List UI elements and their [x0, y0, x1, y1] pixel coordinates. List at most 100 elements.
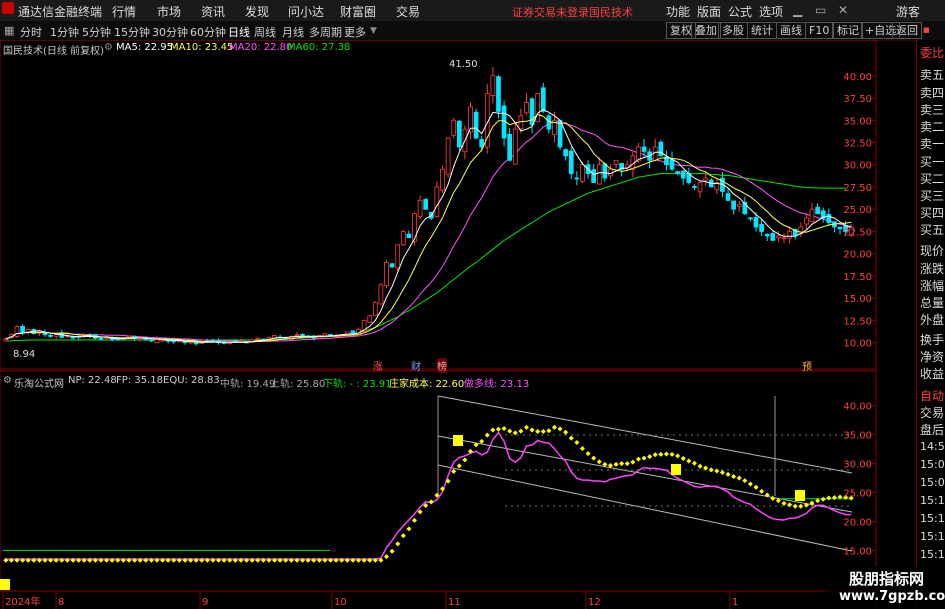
candle-body	[809, 208, 815, 223]
minimize-window-icon[interactable]: ▁	[793, 3, 802, 17]
cost-diamond	[719, 469, 725, 475]
period-30min[interactable]: 30分钟	[152, 24, 188, 40]
menu-market[interactable]: 市场	[157, 3, 181, 20]
signal-square	[671, 464, 681, 475]
candle-body	[669, 159, 675, 170]
event-mark-limit-up[interactable]: 涨	[373, 358, 383, 373]
candle-body	[70, 336, 76, 339]
menu-wealth-circle[interactable]: 财富圈	[340, 3, 376, 20]
dealer-cost-value: 庄家成本: 22.60	[389, 379, 465, 390]
menu-formula[interactable]: 公式	[728, 3, 752, 20]
np-value: NP: 22.48	[68, 375, 117, 386]
event-mark-finance[interactable]: 财	[411, 358, 421, 373]
cost-diamond	[400, 533, 406, 539]
cost-diamond	[792, 503, 798, 509]
cost-diamond	[507, 428, 513, 434]
candle-body	[580, 164, 585, 182]
period-1min[interactable]: 1分钟	[50, 24, 79, 40]
long-line-polyline	[5, 431, 852, 560]
candle-body	[98, 338, 104, 340]
panel-bid3: 买三	[920, 189, 945, 203]
period-weekly[interactable]: 周线	[254, 24, 276, 40]
candle-body	[434, 186, 440, 217]
multi-stock-button[interactable]: 多股	[718, 22, 748, 39]
panel-auto[interactable]: 自动	[920, 387, 944, 404]
period-intraday[interactable]: 分时	[20, 24, 42, 40]
candle-body	[20, 326, 25, 333]
cost-diamond	[529, 427, 535, 433]
cost-diamond	[523, 424, 529, 430]
cost-diamond	[652, 452, 658, 458]
menu-trade[interactable]: 交易	[396, 3, 420, 20]
mark-button[interactable]: 标记	[833, 22, 863, 39]
cost-diamond	[428, 499, 434, 505]
grid-menu-icon[interactable]: ▦	[4, 24, 14, 37]
cost-diamond	[686, 458, 692, 464]
cost-diamond	[501, 425, 507, 431]
indicator-y-tick-label: 15.00	[843, 546, 872, 557]
cost-diamond	[635, 456, 641, 462]
close-window-icon[interactable]: ✕	[838, 3, 848, 17]
cost-diamond	[826, 495, 832, 501]
indicator-y-tick-label: 25.00	[843, 488, 872, 499]
chart-stock-name: 国民技术(日线 前复权)	[3, 46, 104, 57]
period-5min[interactable]: 5分钟	[82, 24, 111, 40]
ma10-line	[5, 113, 852, 343]
menu-options[interactable]: 选项	[759, 3, 783, 20]
panel-time-3: 15:01	[920, 476, 945, 489]
login-status[interactable]: 证券交易未登录	[512, 4, 589, 20]
period-multi[interactable]: 多周期	[309, 24, 342, 40]
menu-layout[interactable]: 版面	[697, 3, 721, 20]
cost-diamond	[568, 435, 574, 441]
candle-body	[389, 263, 395, 268]
overlay-button[interactable]: 叠加	[691, 22, 721, 39]
candle-body	[641, 146, 647, 152]
menu-discover[interactable]: 发现	[245, 3, 269, 20]
stock-tag: 国民技术	[589, 6, 633, 19]
event-mark-forecast[interactable]: 预	[802, 358, 812, 373]
panel-bid2: 买二	[920, 172, 945, 186]
indicator-gear-icon[interactable]: ⚙	[3, 375, 12, 386]
stats-button[interactable]: 统计	[747, 22, 777, 39]
back-button[interactable]: 返回	[892, 22, 922, 39]
chart-area[interactable]: 10.00 12.50 15.00 17.50 20.00 22.50 25.00 27.50…	[0, 40, 916, 609]
cost-diamond	[395, 541, 401, 547]
indicator-header: ⚙ 乐淘公式网 NP: 22.48 FP: 35.18 EQU: 28.83 中…	[0, 375, 916, 390]
period-60min[interactable]: 60分钟	[190, 24, 226, 40]
cost-diamond	[641, 455, 647, 461]
upper-band-value: 上轨: 25.80	[270, 379, 326, 390]
maximize-window-icon[interactable]: ▭	[815, 3, 826, 17]
candle-body	[255, 337, 261, 340]
panel-ask1: 卖一	[920, 137, 945, 151]
more-chevron-icon[interactable]: ▼	[370, 26, 377, 36]
period-15min[interactable]: 15分钟	[114, 24, 150, 40]
main-y-tick-label: 37.50	[843, 94, 872, 105]
panel-change: 涨跌	[920, 262, 945, 276]
menu-market-quotes[interactable]: 行情	[112, 3, 136, 20]
candle-body	[563, 149, 569, 157]
period-daily-active[interactable]: 日线	[228, 24, 250, 40]
settings-gear-icon[interactable]: ⚙	[104, 42, 113, 53]
period-toolbar: ▦ 分时 1分钟 5分钟 15分钟 30分钟 60分钟 日线 周线 月线 多周期…	[0, 21, 945, 41]
guest-label[interactable]: 游客	[896, 3, 920, 20]
menu-ask[interactable]: 问小达	[288, 3, 324, 20]
period-monthly[interactable]: 月线	[282, 24, 304, 40]
period-more[interactable]: 更多	[344, 24, 366, 40]
cost-diamond	[579, 445, 585, 451]
indicator-y-tick-label: 20.00	[843, 517, 872, 528]
ma20-value: MA20: 22.80	[229, 42, 293, 53]
main-y-tick-label: 30.00	[843, 161, 872, 172]
high-price-label: 41.50	[449, 59, 478, 70]
cost-diamond	[781, 500, 787, 506]
event-mark-list[interactable]: 榜	[437, 358, 447, 373]
menu-function[interactable]: 功能	[666, 3, 690, 20]
candle-body	[149, 339, 154, 342]
menu-news[interactable]: 资讯	[201, 3, 225, 20]
f10-button[interactable]: F10	[805, 22, 834, 39]
draw-line-button[interactable]: 画线	[776, 22, 806, 39]
ma60-value: MA60: 27.38	[287, 42, 351, 53]
candle-body	[826, 214, 832, 223]
panel-ask4: 卖四	[920, 86, 945, 100]
cost-diamond	[691, 460, 697, 466]
candle-body	[479, 139, 485, 148]
